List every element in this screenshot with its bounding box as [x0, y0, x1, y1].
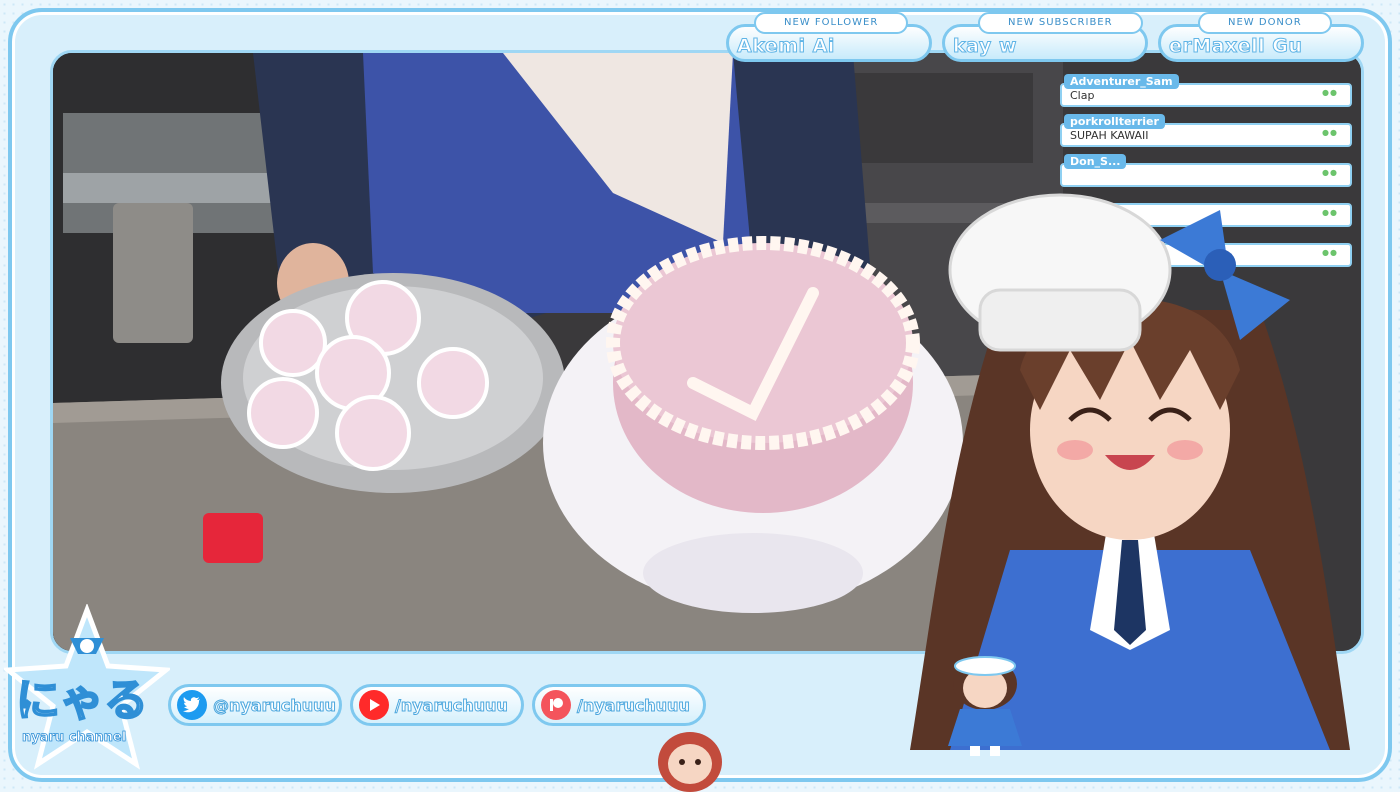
twitter-link[interactable]: @nyaruchuuu	[168, 684, 342, 726]
youtube-link[interactable]: /nyaruchuuu	[350, 684, 524, 726]
new-follower-label: NEW FOLLOWER	[754, 12, 909, 34]
logo-subtitle: nyaru channel	[22, 730, 127, 746]
channel-logo: にゃる nyaru channel	[4, 604, 170, 790]
youtube-icon	[359, 690, 389, 720]
chibi-character-icon	[948, 656, 1022, 756]
twitter-handle: @nyaruchuuu	[213, 695, 337, 715]
twitter-icon	[177, 690, 207, 720]
patreon-handle: /nyaruchuuu	[577, 695, 691, 715]
chat-username: porkrollterrier	[1064, 114, 1165, 129]
chat-message-text: Clap	[1070, 89, 1095, 102]
chat-message: porkrollterrier SUPAH KAWAII ●●	[1060, 114, 1352, 148]
youtube-handle: /nyaruchuuu	[395, 695, 509, 715]
logo-title: にゃる	[15, 675, 149, 727]
patreon-link[interactable]: /nyaruchuuu	[532, 684, 706, 726]
new-subscriber-label: NEW SUBSCRIBER	[978, 12, 1143, 34]
chat-badge-icon: ●●	[1322, 88, 1338, 97]
new-donor-label: NEW DONOR	[1198, 12, 1332, 34]
patreon-icon	[541, 690, 571, 720]
chat-username: Don_S...	[1064, 154, 1127, 169]
chat-message-text: SUPAH KAWAII	[1070, 129, 1149, 142]
chat-username: Adventurer_Sam	[1064, 74, 1179, 89]
subscriber-name: kay w	[953, 35, 1017, 58]
chat-message: Adventurer_Sam Clap ●●	[1060, 74, 1352, 108]
chat-badge-icon: ●●	[1322, 128, 1338, 137]
mascot-icon	[658, 732, 722, 792]
follower-name: Akemi Ai	[737, 35, 835, 58]
